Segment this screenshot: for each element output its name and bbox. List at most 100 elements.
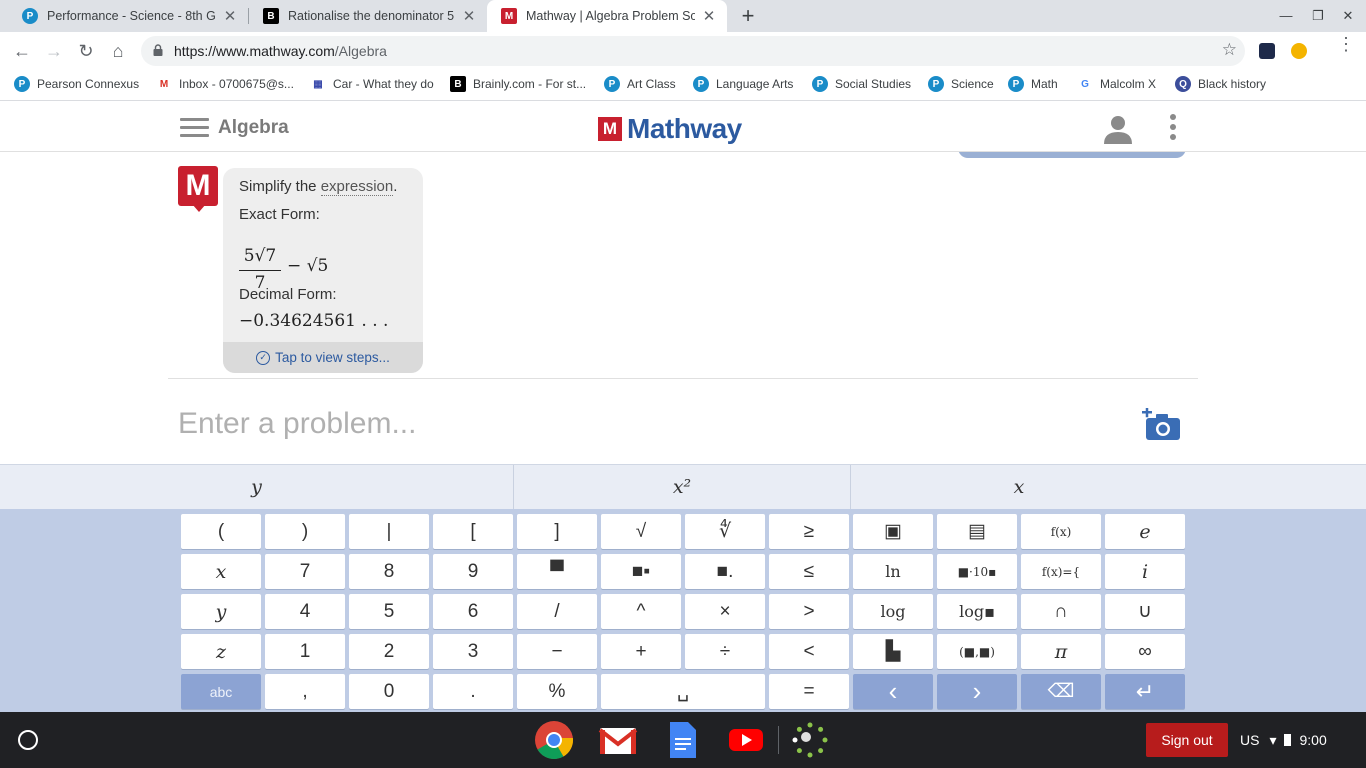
key-7[interactable]: 7 — [265, 554, 345, 589]
back-arrow-icon[interactable]: ← — [10, 39, 34, 63]
subject-title[interactable]: Algebra — [218, 117, 289, 139]
problem-input[interactable] — [178, 404, 1078, 444]
key-fraction-icon[interactable]: ▀ — [517, 554, 597, 589]
key-4[interactable]: 4 — [265, 594, 345, 629]
close-tab-icon[interactable]: ✕ — [701, 7, 717, 25]
reload-icon[interactable]: ↻ — [74, 39, 98, 63]
gmail-icon[interactable] — [598, 720, 638, 760]
variable-x-button[interactable]: x — [851, 465, 1187, 509]
forward-arrow-icon[interactable]: → — [42, 39, 66, 63]
view-steps-button[interactable]: ✓ Tap to view steps... — [223, 342, 423, 373]
variable-y-button[interactable]: y — [0, 465, 513, 509]
key-piecewise[interactable]: f(x)={ — [1021, 554, 1101, 589]
youtube-icon[interactable] — [726, 720, 766, 760]
key-1[interactable]: 1 — [265, 634, 345, 669]
key-pi[interactable]: π — [1021, 634, 1101, 669]
key-9[interactable]: 9 — [433, 554, 513, 589]
bookmark-black-history[interactable]: Q Black history — [1175, 76, 1266, 92]
key-open-bracket[interactable]: [ — [433, 514, 513, 549]
key-i[interactable]: i — [1105, 554, 1185, 589]
key-superscript-icon[interactable]: ■▪ — [601, 554, 681, 589]
key-plus[interactable]: + — [601, 634, 681, 669]
key-close-paren[interactable]: ) — [265, 514, 345, 549]
extension-icon[interactable] — [1291, 43, 1307, 59]
bookmark-pearson-connexus[interactable]: P Pearson Connexus — [14, 76, 139, 92]
key-6[interactable]: 6 — [433, 594, 513, 629]
key-cursor-left-icon[interactable]: ‹ — [853, 674, 933, 709]
key-system-icon[interactable]: ▤ — [937, 514, 1017, 549]
key-square-root[interactable]: √ — [601, 514, 681, 549]
loading-app-icon[interactable] — [790, 720, 830, 760]
user-account-icon[interactable] — [1102, 114, 1134, 144]
key-greater-than[interactable]: > — [769, 594, 849, 629]
key-mixed-number-icon[interactable]: ▙ — [853, 634, 933, 669]
key-log-base[interactable]: log▪ — [937, 594, 1017, 629]
new-tab-button[interactable]: + — [737, 4, 759, 28]
key-ordered-pair-icon[interactable]: (■,■) — [937, 634, 1017, 669]
key-absolute-value[interactable]: | — [349, 514, 429, 549]
google-docs-icon[interactable] — [662, 720, 702, 760]
bookmark-malcolm-x[interactable]: G Malcolm X — [1077, 76, 1156, 92]
key-infinity[interactable]: ∞ — [1105, 634, 1185, 669]
close-tab-icon[interactable]: ✕ — [461, 7, 477, 25]
key-enter-icon[interactable]: ↵ — [1105, 674, 1185, 709]
key-z[interactable]: z — [181, 634, 261, 669]
key-matrix-icon[interactable]: ▣ — [853, 514, 933, 549]
close-tab-icon[interactable]: ✕ — [222, 7, 238, 25]
key-equals[interactable]: = — [769, 674, 849, 709]
more-options-icon[interactable] — [1168, 114, 1178, 144]
bookmark-math[interactable]: P Math — [1008, 76, 1058, 92]
bookmark-social-studies[interactable]: P Social Studies — [812, 76, 911, 92]
key-close-bracket[interactable]: ] — [517, 514, 597, 549]
key-greater-equal[interactable]: ≥ — [769, 514, 849, 549]
launcher-icon[interactable] — [18, 730, 38, 750]
bookmark-car[interactable]: ▦ Car - What they do — [310, 76, 434, 92]
key-slash[interactable]: / — [517, 594, 597, 629]
key-minus[interactable]: − — [517, 634, 597, 669]
key-multiply[interactable]: × — [685, 594, 765, 629]
bookmark-science[interactable]: P Science — [928, 76, 994, 92]
bookmark-art-class[interactable]: P Art Class — [604, 76, 676, 92]
key-decimal-point[interactable]: . — [433, 674, 513, 709]
key-e[interactable]: e — [1105, 514, 1185, 549]
chrome-icon[interactable] — [534, 720, 574, 760]
bookmark-brainly[interactable]: B Brainly.com - For st... — [450, 76, 586, 92]
key-backspace-icon[interactable]: ⌫ — [1021, 674, 1101, 709]
key-percent[interactable]: % — [517, 674, 597, 709]
bookmark-star-icon[interactable]: ☆ — [1222, 40, 1237, 60]
browser-tab-brainly[interactable]: B Rationalise the denominator 5 b ✕ — [249, 0, 487, 32]
key-cursor-right-icon[interactable]: › — [937, 674, 1017, 709]
key-log[interactable]: log — [853, 594, 933, 629]
camera-icon[interactable] — [1142, 408, 1182, 442]
key-nth-root[interactable]: ∜ — [685, 514, 765, 549]
key-comma[interactable]: , — [265, 674, 345, 709]
key-5[interactable]: 5 — [349, 594, 429, 629]
browser-tab-mathway[interactable]: M Mathway | Algebra Problem Solv ✕ — [487, 0, 727, 32]
key-2[interactable]: 2 — [349, 634, 429, 669]
browser-tab-performance[interactable]: P Performance - Science - 8th Grad ✕ — [8, 0, 248, 32]
key-less-than[interactable]: < — [769, 634, 849, 669]
extension-icon[interactable] — [1259, 43, 1275, 59]
variable-x-squared-button[interactable]: x² — [514, 465, 850, 509]
key-caret[interactable]: ^ — [601, 594, 681, 629]
bookmark-language-arts[interactable]: P Language Arts — [693, 76, 793, 92]
key-space[interactable]: ␣ — [601, 674, 765, 709]
close-window-button[interactable]: ✕ — [1338, 6, 1358, 26]
key-x[interactable]: x — [181, 554, 261, 589]
key-function[interactable]: f(x) — [1021, 514, 1101, 549]
minimize-button[interactable]: — — [1276, 6, 1296, 26]
key-y[interactable]: y — [181, 594, 261, 629]
key-8[interactable]: 8 — [349, 554, 429, 589]
address-bar[interactable]: https://www.mathway.com/Algebra ☆ — [141, 36, 1245, 66]
key-3[interactable]: 3 — [433, 634, 513, 669]
status-tray[interactable]: US ▾ 9:00 — [1240, 723, 1360, 757]
key-0[interactable]: 0 — [349, 674, 429, 709]
home-icon[interactable]: ⌂ — [106, 39, 130, 63]
maximize-button[interactable]: ❐ — [1308, 6, 1328, 26]
key-union[interactable]: ∪ — [1105, 594, 1185, 629]
key-abc[interactable]: abc — [181, 674, 261, 709]
key-open-paren[interactable]: ( — [181, 514, 261, 549]
key-intersection[interactable]: ∩ — [1021, 594, 1101, 629]
key-less-equal[interactable]: ≤ — [769, 554, 849, 589]
sign-out-button[interactable]: Sign out — [1146, 723, 1228, 757]
